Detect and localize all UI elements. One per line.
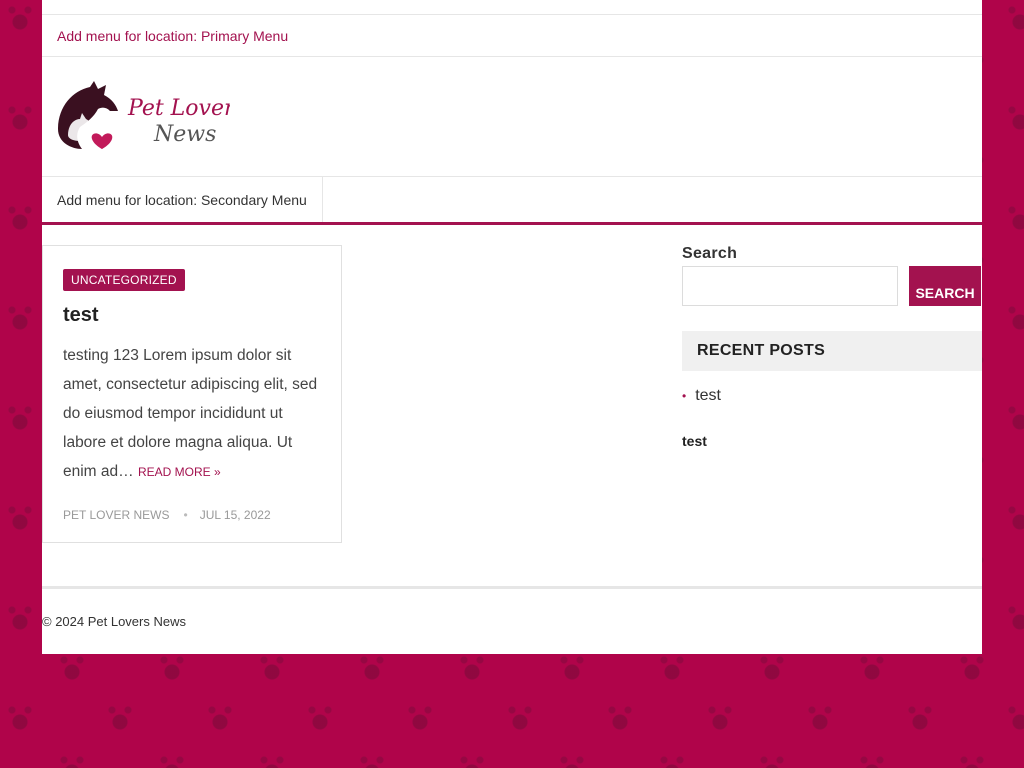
search-form: SEARCH bbox=[682, 266, 982, 306]
post-excerpt-text: testing 123 Lorem ipsum dolor sit amet, … bbox=[63, 347, 318, 480]
category-badge[interactable]: UNCATEGORIZED bbox=[63, 269, 185, 291]
recent-post-link[interactable]: test bbox=[695, 387, 721, 405]
primary-navigation: Add menu for location: Primary Menu bbox=[42, 15, 982, 57]
post-date[interactable]: JUL 15, 2022 bbox=[200, 508, 271, 522]
site-logo[interactable]: Pet Lovers News bbox=[50, 77, 230, 161]
top-strip bbox=[42, 0, 982, 15]
heart-icon bbox=[91, 133, 113, 149]
post-title[interactable]: test bbox=[63, 303, 321, 327]
secondary-menu-link[interactable]: Add menu for location: Secondary Menu bbox=[42, 177, 323, 222]
post-excerpt: testing 123 Lorem ipsum dolor sit amet, … bbox=[63, 341, 321, 487]
post-card: UNCATEGORIZED test testing 123 Lorem ips… bbox=[42, 245, 342, 543]
meta-separator-icon: • bbox=[183, 508, 188, 522]
copyright-text: © 2024 Pet Lovers News bbox=[42, 614, 186, 629]
recent-post-item: • test bbox=[682, 387, 982, 405]
read-more-link[interactable]: READ MORE » bbox=[138, 465, 221, 479]
post-meta: PET LOVER NEWS • JUL 15, 2022 bbox=[63, 508, 321, 522]
recent-posts-list: • test bbox=[682, 387, 982, 405]
post-author[interactable]: PET LOVER NEWS bbox=[63, 508, 169, 522]
search-button[interactable]: SEARCH bbox=[909, 266, 981, 306]
recent-posts-heading: RECENT POSTS bbox=[682, 331, 982, 371]
page-container: Add menu for location: Primary Menu Pet … bbox=[42, 0, 982, 654]
search-input[interactable] bbox=[682, 266, 898, 306]
main-content: UNCATEGORIZED test testing 123 Lorem ips… bbox=[42, 225, 982, 586]
sidebar: Search SEARCH RECENT POSTS • test test bbox=[682, 245, 982, 449]
logo-text-line2: News bbox=[153, 122, 216, 147]
site-branding: Pet Lovers News bbox=[42, 57, 982, 177]
primary-menu-link[interactable]: Add menu for location: Primary Menu bbox=[57, 28, 288, 44]
logo-text-line1: Pet Lovers bbox=[127, 96, 230, 121]
secondary-navigation: Add menu for location: Secondary Menu bbox=[42, 177, 982, 225]
search-label: Search bbox=[682, 245, 738, 262]
site-footer: © 2024 Pet Lovers News bbox=[42, 586, 982, 654]
bullet-icon: • bbox=[682, 389, 687, 403]
sidebar-extra-text: test bbox=[682, 433, 707, 449]
